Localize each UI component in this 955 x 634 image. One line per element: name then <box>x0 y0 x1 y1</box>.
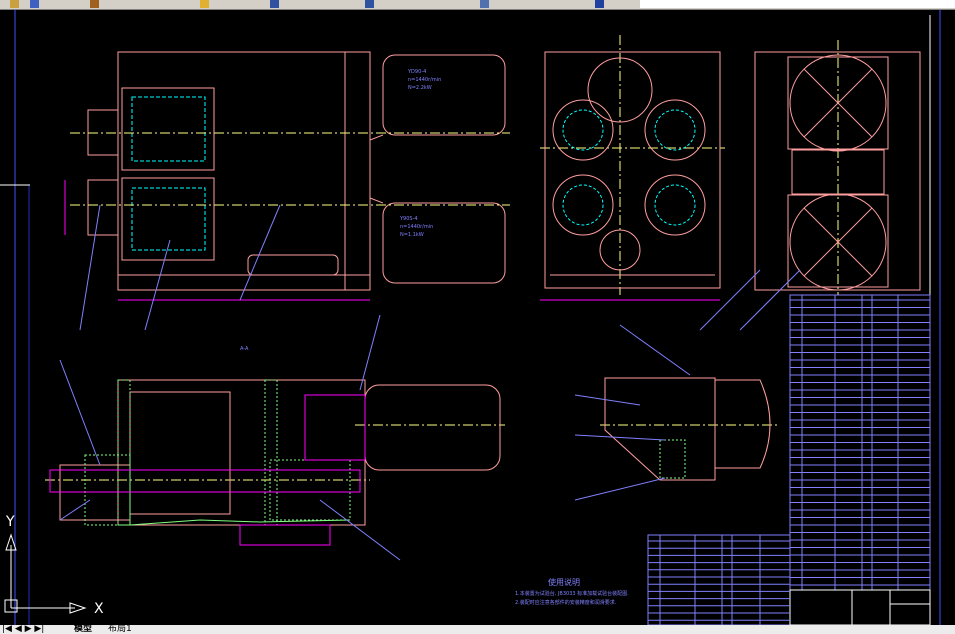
ucs-icon <box>4 533 87 614</box>
notes-title: 使用说明 <box>548 577 580 587</box>
tab-layout1[interactable]: 布局1 <box>108 625 132 634</box>
pan-icon[interactable] <box>270 0 279 8</box>
hidden-lines <box>131 96 206 251</box>
ucs-x-label: X <box>94 601 104 617</box>
motor-label: n=1440r/min <box>400 224 433 230</box>
motor-label: N=1.1kW <box>400 232 424 238</box>
motor-label: n=1440r/min <box>408 77 441 83</box>
motor-label: N=2.2kW <box>408 85 432 91</box>
note-line: 1.本装置为试验台, JB3033 标准加载试验台装配图. <box>515 590 629 597</box>
ucs-y-label: Y <box>5 514 15 530</box>
note-line: 2.装配时应注意各部件的安装精度和润滑要求. <box>515 599 617 606</box>
standard-toolbar <box>0 0 955 10</box>
section-label: A-A <box>240 346 249 352</box>
layer-icon[interactable] <box>595 0 604 8</box>
detail-section <box>604 377 771 481</box>
redo-icon[interactable] <box>200 0 209 8</box>
dimension-lines <box>64 180 720 301</box>
layout-tabs: |◀ ◀ ▶ ▶| 模型 布局1 <box>0 625 955 634</box>
layer-dropdown[interactable] <box>640 0 955 8</box>
hidden-lines <box>562 109 696 226</box>
table-rows <box>648 299 930 621</box>
hatch <box>84 379 351 526</box>
drawing-canvas[interactable]: YD90-4 n=1440r/min N=2.2kW Y90S-4 n=1440… <box>0 10 955 625</box>
undo-icon[interactable] <box>90 0 99 8</box>
section-view <box>59 379 501 526</box>
motor-label: YD90-4 <box>407 69 426 75</box>
properties-icon[interactable] <box>480 0 489 8</box>
zoom-icon[interactable] <box>365 0 374 8</box>
front-view <box>87 51 506 291</box>
leader-lines <box>59 204 801 561</box>
motor-label: Y90S-4 <box>399 216 418 222</box>
new-icon[interactable] <box>10 0 19 8</box>
tab-nav-arrows[interactable]: |◀ ◀ ▶ ▶| <box>2 625 44 634</box>
hatch <box>659 439 686 479</box>
title-block <box>789 589 931 625</box>
centerlines <box>45 35 839 481</box>
shaft <box>49 394 366 546</box>
tab-model[interactable]: 模型 <box>74 625 92 634</box>
open-icon[interactable] <box>30 0 39 8</box>
side-view <box>544 51 721 289</box>
